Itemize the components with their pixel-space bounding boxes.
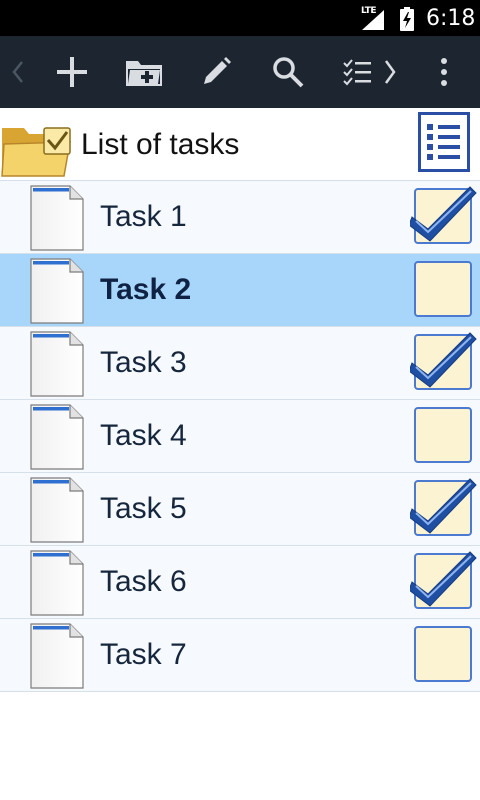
clock: 6:18	[426, 6, 476, 31]
document-icon	[30, 404, 84, 470]
toolbar	[0, 36, 480, 108]
task-label: Task 7	[100, 638, 187, 671]
status-bar: LTE 6:18	[0, 0, 480, 36]
checklist-next-button[interactable]	[338, 36, 402, 108]
checklist-chevron-icon	[343, 59, 396, 86]
checklist-icon[interactable]	[418, 112, 470, 172]
task-label: Task 6	[100, 565, 187, 598]
task-checkbox-2[interactable]	[410, 258, 478, 320]
add-task-button[interactable]	[48, 36, 96, 108]
task-checkbox-4[interactable]	[410, 404, 478, 466]
task-row-6[interactable]: Task 6	[0, 546, 480, 619]
list-title: List of tasks	[81, 128, 240, 161]
back-button[interactable]	[0, 36, 36, 108]
folder-plus-icon	[126, 61, 162, 86]
folder-check-icon	[1, 127, 71, 177]
document-icon	[30, 258, 84, 324]
task-list: Task 1 Task 2 Task 3 Task 4 Task 5 Task …	[0, 181, 480, 692]
task-checkbox-5[interactable]	[410, 477, 478, 539]
document-icon	[30, 623, 84, 689]
pencil-icon	[204, 57, 231, 84]
task-row-3[interactable]: Task 3	[0, 327, 480, 400]
task-label: Task 4	[100, 419, 187, 452]
task-row-5[interactable]: Task 5	[0, 473, 480, 546]
document-icon	[30, 550, 84, 616]
signal-icon	[362, 10, 384, 30]
task-row-7[interactable]: Task 7	[0, 619, 480, 692]
task-row-4[interactable]: Task 4	[0, 400, 480, 473]
task-label: Task 1	[100, 200, 187, 233]
more-options-button[interactable]	[424, 36, 464, 108]
chevron-left-icon	[12, 61, 23, 83]
document-icon	[30, 477, 84, 543]
document-icon	[30, 185, 84, 251]
list-header[interactable]: List of tasks	[0, 108, 480, 181]
task-row-2[interactable]: Task 2	[0, 254, 480, 327]
document-icon	[30, 331, 84, 397]
edit-button[interactable]	[192, 36, 240, 108]
task-checkbox-7[interactable]	[410, 623, 478, 685]
plus-icon	[57, 57, 87, 87]
search-button[interactable]	[264, 36, 312, 108]
task-checkbox-6[interactable]	[410, 550, 478, 612]
more-vert-icon	[441, 58, 447, 86]
task-checkbox-3[interactable]	[410, 331, 478, 393]
task-label: Task 2	[100, 273, 192, 306]
task-label: Task 5	[100, 492, 187, 525]
task-label: Task 3	[100, 346, 187, 379]
battery-charging-icon	[400, 7, 414, 31]
task-row-1[interactable]: Task 1	[0, 181, 480, 254]
add-folder-button[interactable]	[120, 36, 168, 108]
search-icon	[273, 57, 304, 88]
checklist-glyph-icon	[418, 112, 470, 172]
task-checkbox-1[interactable]	[410, 185, 478, 247]
